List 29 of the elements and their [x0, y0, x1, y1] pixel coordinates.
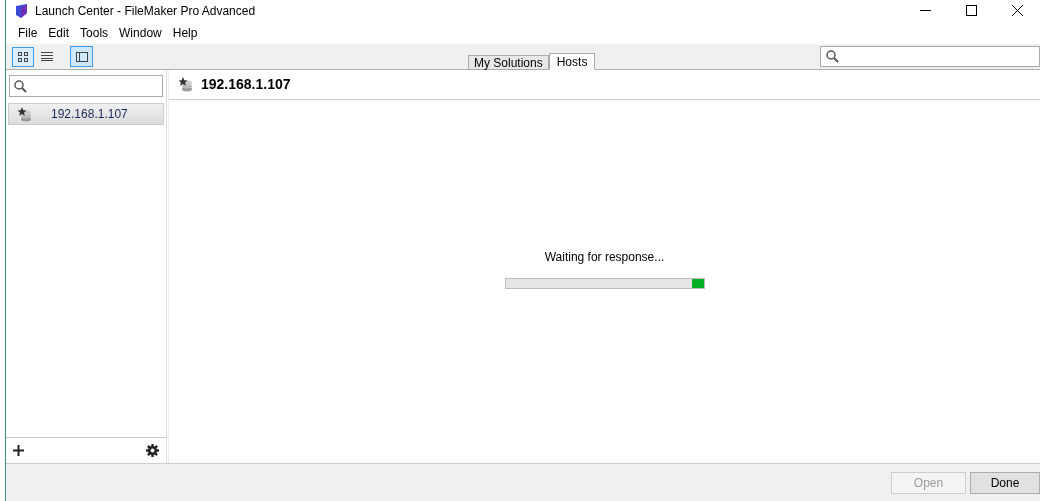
maximize-icon: [965, 5, 977, 16]
search-icon: [14, 79, 27, 93]
server-icon: [17, 106, 32, 122]
sidebar-toggle-button[interactable]: [70, 46, 93, 67]
minimize-icon: [919, 10, 931, 11]
host-title: 192.168.1.107: [201, 75, 291, 94]
add-icon[interactable]: [13, 445, 24, 456]
close-icon: [1011, 5, 1023, 16]
list-icon: [41, 52, 53, 61]
sidebar-icon: [75, 51, 88, 62]
settings-icon[interactable]: [146, 444, 159, 457]
tab[interactable]: Hosts: [548, 53, 596, 70]
search-icon: [826, 49, 839, 63]
menu-item[interactable]: Help: [167, 23, 203, 42]
window-title: Launch Center - FileMaker Pro Advanced: [35, 2, 256, 20]
server-icon: [178, 77, 193, 92]
sidebar-search-field[interactable]: [9, 75, 163, 97]
search-field[interactable]: [820, 45, 1040, 67]
menu-item[interactable]: Edit: [43, 23, 75, 42]
app-logo-icon: [15, 3, 28, 18]
tab[interactable]: My Solutions: [468, 55, 549, 70]
menu-item[interactable]: File: [13, 23, 43, 42]
menu-item[interactable]: Window: [114, 23, 167, 42]
grid-view-button[interactable]: [12, 46, 34, 67]
grid-icon: [18, 51, 28, 62]
status-text: Waiting for response...: [544, 249, 665, 266]
done-button[interactable]: Done: [970, 471, 1040, 494]
host-list-item[interactable]: 192.168.1.107: [8, 103, 164, 125]
menu-item[interactable]: Tools: [75, 23, 114, 42]
